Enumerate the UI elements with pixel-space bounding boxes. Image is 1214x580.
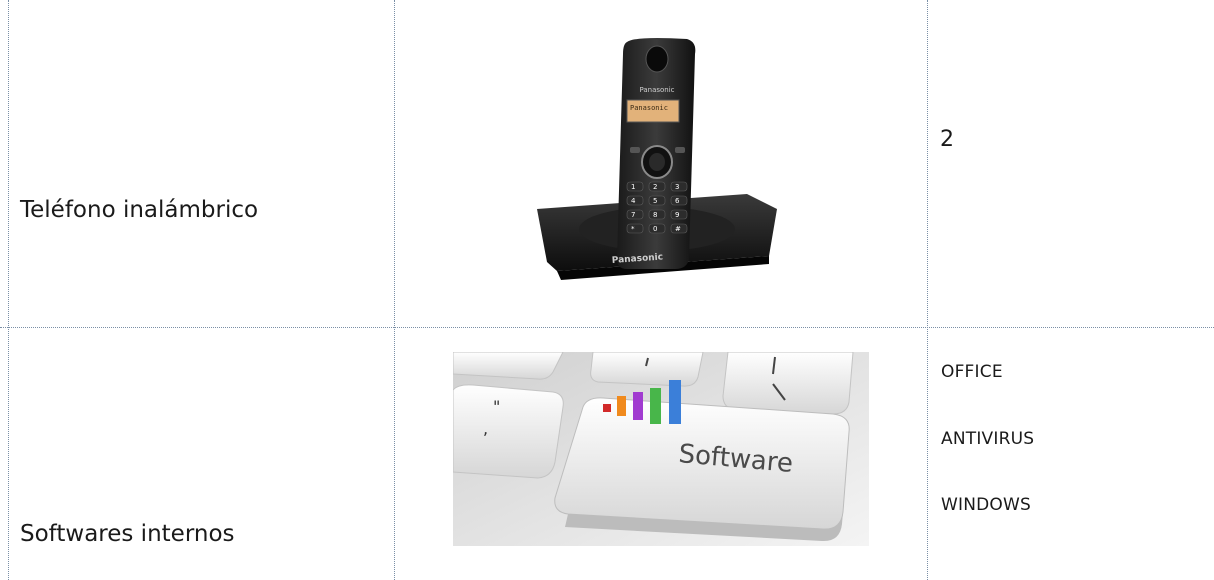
phone-key: 5 xyxy=(653,197,657,205)
phone-key: 1 xyxy=(631,183,635,191)
cordless-phone-image: Panasonic Panasonic 1 2 3 4 5 6 7 8 9 * … xyxy=(477,34,847,297)
software-item-antivirus: ANTIVIRUS xyxy=(941,429,1035,449)
phone-key: 9 xyxy=(675,211,679,219)
software-item-office: OFFICE xyxy=(941,362,1003,382)
phone-screen-text: Panasonic xyxy=(630,104,668,112)
software-item-windows: WINDOWS xyxy=(941,495,1032,515)
column-divider xyxy=(394,0,395,580)
column-divider xyxy=(8,0,9,580)
phone-key: 2 xyxy=(653,183,657,191)
phone-key: 6 xyxy=(675,197,680,205)
cordless-phone-icon: Panasonic Panasonic 1 2 3 4 5 6 7 8 9 * … xyxy=(537,38,777,280)
phone-key: # xyxy=(675,225,681,233)
svg-text:": " xyxy=(493,397,500,416)
svg-text:,: , xyxy=(483,419,488,438)
phone-key: 7 xyxy=(631,211,635,219)
item-name: Softwares internos xyxy=(20,521,235,547)
phone-key: 4 xyxy=(631,197,636,205)
phone-brand-label: Panasonic xyxy=(639,86,674,94)
row-divider xyxy=(0,327,1214,328)
phone-key: 3 xyxy=(675,183,679,191)
software-keyboard-image: " , Software xyxy=(453,352,869,546)
item-name: Teléfono inalámbrico xyxy=(20,197,259,223)
phone-key: * xyxy=(631,225,635,233)
software-key-icon: " , Software xyxy=(453,352,869,546)
phone-key: 0 xyxy=(653,225,657,233)
column-divider xyxy=(927,0,928,580)
quantity-value: 2 xyxy=(940,127,954,152)
phone-key: 8 xyxy=(653,211,657,219)
